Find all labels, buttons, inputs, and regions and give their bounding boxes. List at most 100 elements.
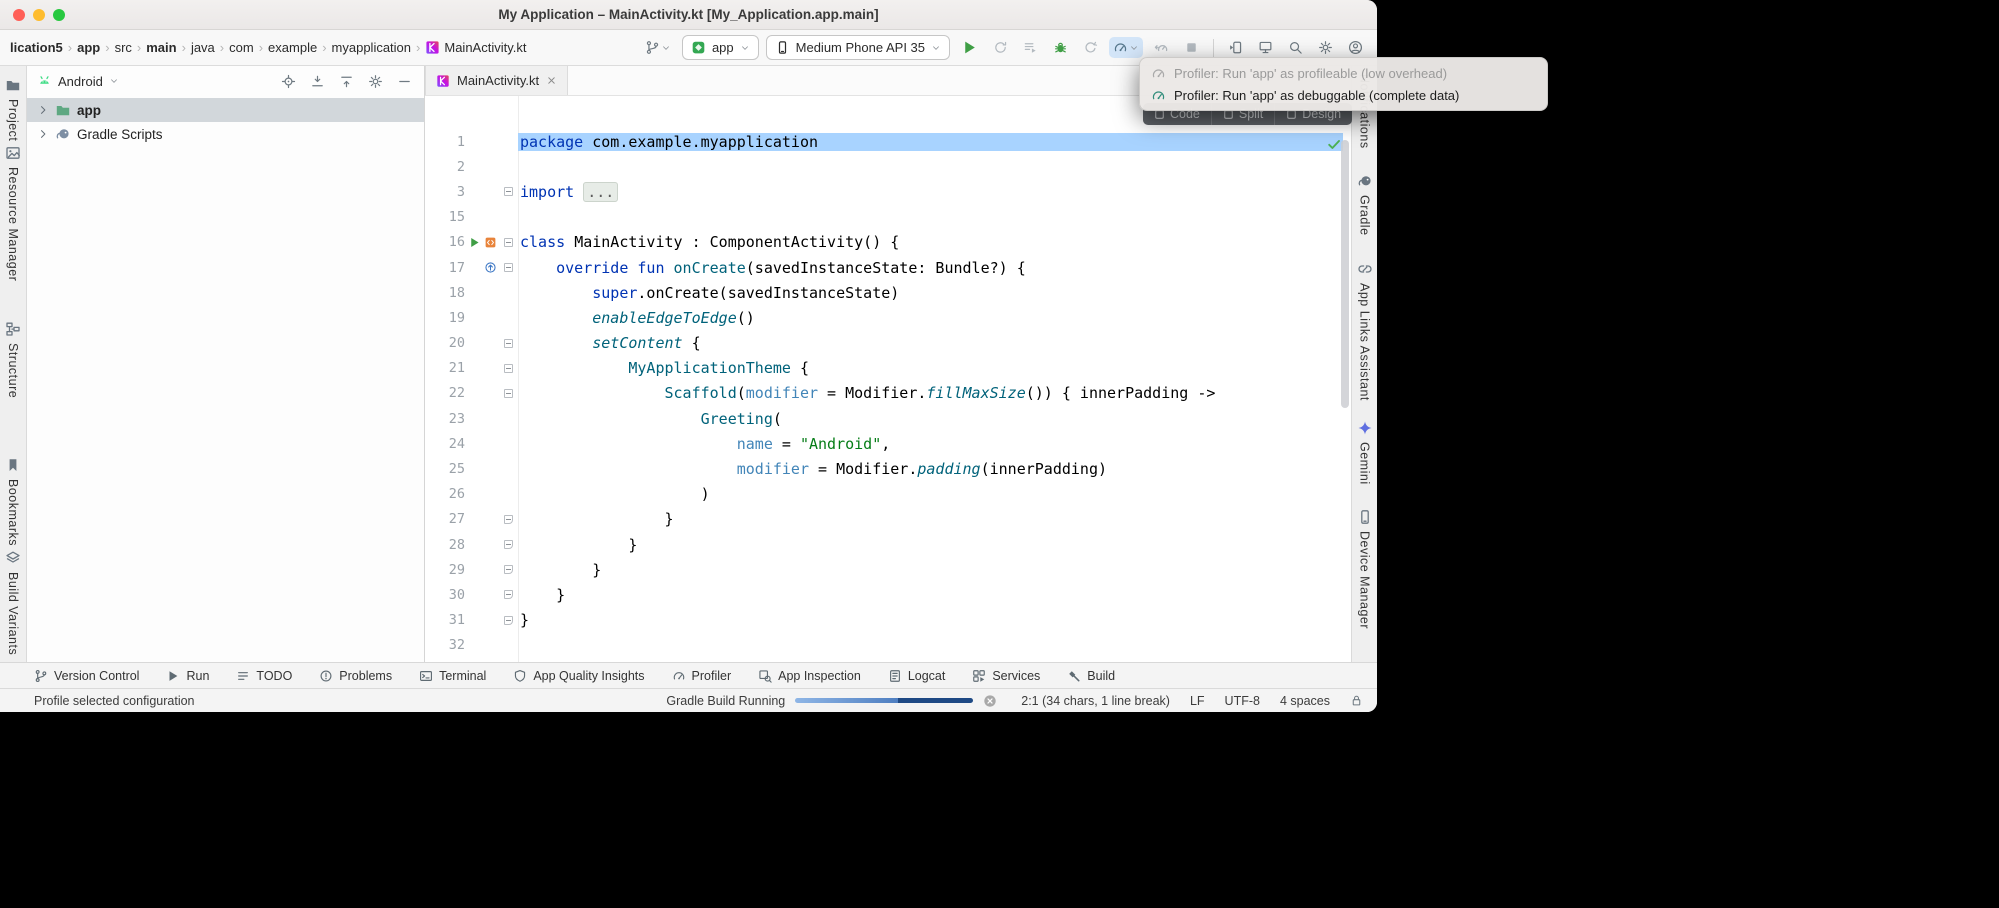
apply-changes-button[interactable] — [1079, 37, 1102, 58]
fold-column[interactable] — [499, 565, 518, 574]
fold-start-marker[interactable] — [504, 364, 513, 373]
tree-row-gradle-scripts[interactable]: Gradle Scripts — [27, 122, 424, 146]
rerun-button[interactable] — [989, 37, 1012, 58]
stripe-item-gradle[interactable]: Gradle — [1357, 171, 1373, 238]
stripe-item-structure[interactable]: Structure — [5, 319, 21, 400]
settings-button[interactable] — [1314, 37, 1337, 58]
code-text[interactable]: modifier = Modifier.padding(innerPadding… — [518, 460, 1343, 478]
fold-start-marker[interactable] — [504, 238, 513, 247]
minimize-window-button[interactable] — [33, 9, 45, 21]
override-gutter-icon[interactable] — [484, 261, 497, 274]
fold-column[interactable] — [499, 389, 518, 398]
fold-column[interactable] — [499, 540, 518, 549]
search-everywhere-button[interactable] — [1284, 37, 1307, 58]
toolwindow-logcat[interactable]: Logcat — [888, 669, 946, 683]
fold-start-marker[interactable] — [504, 339, 513, 348]
code-text[interactable]: Scaffold(modifier = Modifier.fillMaxSize… — [518, 384, 1343, 402]
code-text[interactable]: package com.example.myapplication — [518, 133, 1343, 151]
fold-column[interactable] — [499, 590, 518, 599]
attach-profiler-button[interactable] — [1150, 37, 1173, 58]
profiler-option-2[interactable]: Profiler: Run 'app' as debuggable (compl… — [1147, 84, 1540, 106]
code-text[interactable]: class MainActivity : ComponentActivity()… — [518, 233, 1343, 251]
stripe-item-device-manager[interactable]: Device Manager — [1357, 507, 1373, 631]
sdk-manager-button[interactable] — [1254, 37, 1277, 58]
fold-column[interactable] — [499, 616, 518, 625]
profile-account-button[interactable] — [1344, 37, 1367, 58]
project-view-selector[interactable]: Android — [37, 74, 119, 89]
select-opened-file-button[interactable] — [279, 72, 298, 91]
profiler-option-1[interactable]: Profiler: Run 'app' as profileable (low … — [1147, 62, 1540, 84]
fold-column[interactable] — [499, 263, 518, 272]
toolwindow-version-control[interactable]: Version Control — [34, 669, 139, 683]
code-text[interactable]: setContent { — [518, 334, 1343, 352]
collapse-all-button[interactable] — [308, 72, 327, 91]
device-select[interactable]: Medium Phone API 35 — [766, 35, 950, 60]
code-text[interactable]: name = "Android", — [518, 435, 1343, 453]
breadcrumb-item-main[interactable]: main — [144, 39, 178, 56]
fold-end-marker[interactable] — [504, 565, 513, 574]
stripe-item-gemini[interactable]: Gemini — [1357, 418, 1373, 487]
stripe-item-app-links-assistant[interactable]: App Links Assistant — [1357, 259, 1373, 403]
caret-position-widget[interactable]: 2:1 (34 chars, 1 line break) — [1021, 694, 1170, 708]
toolwindow-terminal[interactable]: Terminal — [419, 669, 486, 683]
code-text[interactable]: } — [518, 611, 1343, 629]
code-text[interactable]: super.onCreate(savedInstanceState) — [518, 284, 1343, 302]
breadcrumb-item-example[interactable]: example — [266, 39, 319, 56]
stop-button[interactable] — [1180, 37, 1203, 58]
stripe-item-project[interactable]: Project — [5, 75, 21, 143]
cancel-build-icon[interactable] — [983, 694, 997, 708]
toolwindow-run[interactable]: Run — [166, 669, 209, 683]
build-menu-button[interactable] — [1019, 37, 1042, 58]
profiler-button[interactable] — [1109, 37, 1143, 58]
indent-widget[interactable]: 4 spaces — [1280, 694, 1330, 708]
tree-row-app[interactable]: app — [27, 98, 424, 122]
fold-start-marker[interactable] — [504, 187, 513, 196]
fold-start-marker[interactable] — [504, 263, 513, 272]
code-text[interactable]: Greeting( — [518, 410, 1343, 428]
toolwindow-build[interactable]: Build — [1067, 669, 1115, 683]
run-config-select[interactable]: app — [682, 35, 759, 60]
fold-column[interactable] — [499, 238, 518, 247]
tab-close-icon[interactable] — [546, 75, 557, 86]
vcs-widget-button[interactable] — [641, 37, 675, 58]
toolwindow-todo[interactable]: TODO — [236, 669, 292, 683]
breadcrumb-item-src[interactable]: src — [113, 39, 134, 56]
editor-scrollbar[interactable] — [1341, 140, 1349, 408]
run-button[interactable] — [957, 36, 982, 59]
toolwindow-profiler[interactable]: Profiler — [672, 669, 732, 683]
code-text[interactable]: } — [518, 561, 1343, 579]
tab-mainactivity[interactable]: MainActivity.kt — [425, 66, 568, 95]
stripe-item-build-variants[interactable]: Build Variants — [5, 548, 21, 657]
stripe-item-bookmarks[interactable]: Bookmarks — [5, 455, 21, 548]
panel-settings-button[interactable] — [366, 72, 385, 91]
code-text[interactable]: MyApplicationTheme { — [518, 359, 1343, 377]
fold-column[interactable] — [499, 187, 518, 196]
toolwindow-services[interactable]: Services — [972, 669, 1040, 683]
device-mirroring-button[interactable] — [1224, 37, 1247, 58]
fold-end-marker[interactable] — [504, 616, 513, 625]
run-gutter-icon[interactable] — [468, 236, 481, 249]
close-window-button[interactable] — [13, 9, 25, 21]
fold-start-marker[interactable] — [504, 389, 513, 398]
hide-panel-button[interactable] — [395, 72, 414, 91]
toolwindow-problems[interactable]: Problems — [319, 669, 392, 683]
code-text[interactable]: enableEdgeToEdge() — [518, 309, 1343, 327]
code-text[interactable]: ) — [518, 485, 1343, 503]
expand-all-button[interactable] — [337, 72, 356, 91]
toolwindow-app-inspection[interactable]: App Inspection — [758, 669, 861, 683]
toolwindow-app-quality-insights[interactable]: App Quality Insights — [513, 669, 644, 683]
breadcrumb-item-lication5[interactable]: lication5 — [8, 39, 65, 56]
inspections-ok-icon[interactable] — [1326, 136, 1342, 152]
code-text[interactable]: } — [518, 510, 1343, 528]
debug-button[interactable] — [1049, 37, 1072, 58]
class-gutter-icon[interactable] — [484, 236, 497, 249]
breadcrumb-item-java[interactable]: java — [189, 39, 217, 56]
breadcrumb-item-com[interactable]: com — [227, 39, 256, 56]
fold-column[interactable] — [499, 364, 518, 373]
encoding-widget[interactable]: UTF-8 — [1225, 694, 1260, 708]
code-text[interactable]: } — [518, 536, 1343, 554]
stripe-item-resource-manager[interactable]: Resource Manager — [5, 143, 21, 283]
code-text[interactable]: override fun onCreate(savedInstanceState… — [518, 259, 1343, 277]
fold-column[interactable] — [499, 515, 518, 524]
fold-column[interactable] — [499, 339, 518, 348]
